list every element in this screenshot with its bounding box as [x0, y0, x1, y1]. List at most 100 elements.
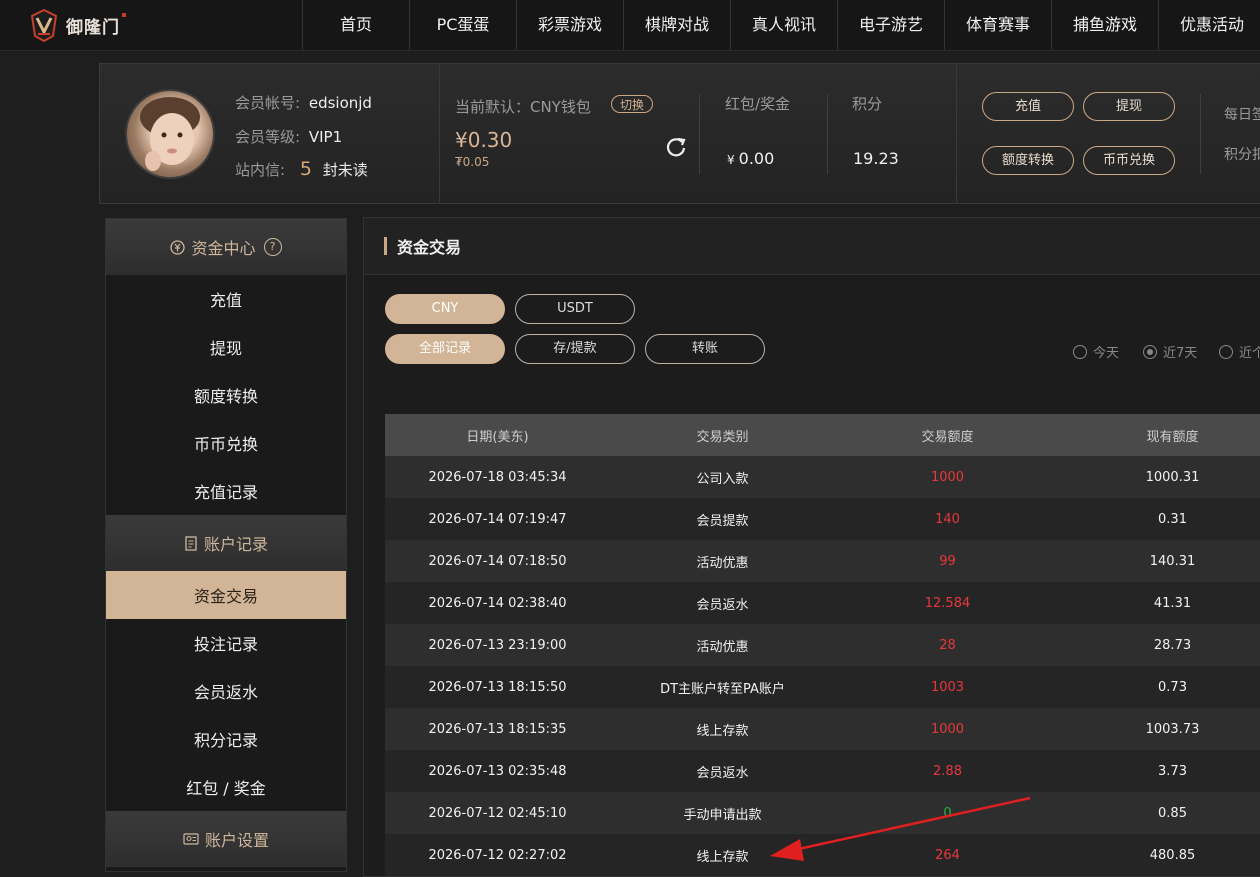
table-row: 2026-07-13 18:15:50 DT主账户转至PA账户 1003 0.73 [385, 666, 1260, 708]
cell-amount: 28 [939, 637, 956, 653]
cell-balance: 3.73 [1158, 763, 1187, 779]
nav-item-lottery[interactable]: 彩票游戏 [516, 0, 623, 50]
main-panel: 资金交易 CNY USDT 全部记录 存/提款 转账 今天 近7天 近个 日期(… [363, 217, 1260, 877]
daily-checkin-label[interactable]: 每日签 [1224, 104, 1260, 124]
cell-type: DT主账户转至PA账户 [660, 681, 785, 697]
tab-deposit-withdraw[interactable]: 存/提款 [515, 334, 635, 364]
tab-all-records[interactable]: 全部记录 [385, 334, 505, 364]
column-header-amount: 交易额度 [921, 429, 974, 445]
cell-balance: 0.73 [1158, 679, 1187, 695]
points-value: 19.23 [853, 149, 899, 168]
cell-balance: 1000.31 [1145, 469, 1200, 485]
nav-item-chess[interactable]: 棋牌对战 [623, 0, 730, 50]
cell-date: 2026-07-14 07:19:47 [428, 511, 567, 527]
nav-item-slots[interactable]: 电子游艺 [837, 0, 944, 50]
coin-icon [170, 239, 186, 255]
cell-amount: 12.584 [924, 595, 971, 611]
cell-balance: 41.31 [1153, 595, 1192, 611]
redpack-value: ¥0.00 [727, 149, 774, 168]
tab-currency-usdt[interactable]: USDT [515, 294, 635, 324]
cell-date: 2026-07-14 02:38:40 [428, 595, 567, 611]
divider [1200, 94, 1201, 174]
sidebar-item-transfer[interactable]: 额度转换 [106, 371, 346, 419]
exchange-button[interactable]: 币币兑换 [1083, 146, 1175, 175]
cell-amount: 1003 [930, 679, 965, 695]
top-nav: 御隆门 首页 PC蛋蛋 彩票游戏 棋牌对战 真人视讯 电子游艺 体育赛事 捕鱼游… [0, 0, 1260, 51]
cell-type: 会员返水 [696, 597, 749, 613]
nav-item-pcdd[interactable]: PC蛋蛋 [409, 0, 516, 50]
logo-text: 御隆门 [66, 13, 126, 38]
site-logo[interactable]: 御隆门 [26, 6, 126, 44]
sidebar-item-withdraw[interactable]: 提现 [106, 323, 346, 371]
level-label: 会员等级: [235, 128, 301, 146]
table-row: 2026-07-14 07:18:50 活动优惠 99 140.31 [385, 540, 1260, 582]
cell-type: 公司入款 [696, 471, 749, 487]
cell-amount: 1000 [930, 469, 965, 485]
sidebar-item-rebate[interactable]: 会员返水 [106, 667, 346, 715]
cell-balance: 0.31 [1158, 511, 1187, 527]
mail-row[interactable]: 站内信: 5 封未读 [235, 158, 368, 180]
sidebar-item-bet-records[interactable]: 投注记录 [106, 619, 346, 667]
range-label: 近个 [1239, 346, 1260, 361]
sidebar-item-deposit-records[interactable]: 充值记录 [106, 467, 346, 515]
deposit-button[interactable]: 充值 [982, 92, 1074, 121]
divider [699, 94, 700, 174]
cell-date: 2026-07-18 03:45:34 [428, 469, 567, 485]
sidebar-item-bonus[interactable]: 红包 / 奖金 [106, 763, 346, 811]
document-icon [184, 535, 198, 551]
sidebar-item-points-records[interactable]: 积分记录 [106, 715, 346, 763]
nav-item-sports[interactable]: 体育赛事 [944, 0, 1051, 50]
mail-suffix: 封未读 [322, 161, 368, 179]
refresh-icon[interactable] [665, 136, 687, 162]
range-option-today[interactable]: 今天 [1073, 342, 1119, 361]
sidebar-item-deposit[interactable]: 充值 [106, 275, 346, 323]
nav-item-live[interactable]: 真人视讯 [730, 0, 837, 50]
logo-emblem-icon [30, 8, 58, 43]
nav-item-promotions[interactable]: 优惠活动 [1158, 0, 1260, 50]
transactions-table: 日期(美东) 交易类别 交易额度 现有额度 2026-07-18 03:45:3… [385, 414, 1260, 876]
switch-wallet-button[interactable]: 切换 [611, 95, 653, 113]
help-icon[interactable]: ? [263, 238, 282, 256]
points-label: 积分 [852, 95, 883, 113]
range-option-7days[interactable]: 近7天 [1143, 342, 1197, 361]
account-row: 会员帐号: edsionjd [235, 92, 372, 113]
cell-amount: 0 [943, 805, 952, 821]
cell-balance: 0.85 [1158, 805, 1187, 821]
points-deduct-label: 积分扣 [1224, 147, 1260, 163]
sidebar-item-fund-transactions[interactable]: 资金交易 [106, 571, 346, 619]
redpack-currency: ¥ [727, 153, 735, 167]
avatar[interactable] [125, 89, 215, 179]
cell-amount: 1000 [930, 721, 965, 737]
cell-type: 手动申请出款 [683, 807, 762, 823]
level-row: 会员等级: VIP1 [235, 126, 342, 147]
panel-header: 资金交易 [364, 218, 1260, 275]
cell-date: 2026-07-13 18:15:35 [428, 721, 567, 737]
table-row: 2026-07-14 07:19:47 会员提款 140 0.31 [385, 498, 1260, 540]
table-row: 2026-07-14 02:38:40 会员返水 12.584 41.31 [385, 582, 1260, 624]
cell-amount: 99 [939, 553, 956, 569]
withdraw-button[interactable]: 提现 [1083, 92, 1175, 121]
sidebar-section-funds: 资金中心 ? [106, 219, 346, 275]
sidebar-section-records: 账户记录 [106, 515, 346, 571]
table-row: 2026-07-12 02:27:02 线上存款 264 480.85 [385, 834, 1260, 876]
tab-currency-cny[interactable]: CNY [385, 294, 505, 324]
cell-balance: 1003.73 [1145, 721, 1200, 737]
table-row: 2026-07-13 18:15:35 线上存款 1000 1003.73 [385, 708, 1260, 750]
title-accent-bar [384, 237, 387, 255]
tab-transfer[interactable]: 转账 [645, 334, 765, 364]
transfer-button[interactable]: 额度转换 [982, 146, 1074, 175]
divider [956, 64, 957, 203]
cell-balance: 480.85 [1149, 847, 1196, 863]
sidebar-item-exchange[interactable]: 币币兑换 [106, 419, 346, 467]
cell-type: 会员返水 [696, 765, 749, 781]
divider [827, 94, 828, 174]
range-option-month[interactable]: 近个 [1219, 342, 1260, 361]
mail-label: 站内信: [235, 161, 286, 179]
nav-item-fishing[interactable]: 捕鱼游戏 [1051, 0, 1158, 50]
table-row: 2026-07-18 03:45:34 公司入款 1000 1000.31 [385, 456, 1260, 498]
member-info-bar: 会员帐号: edsionjd 会员等级: VIP1 站内信: 5 封未读 当前默… [99, 63, 1260, 204]
nav-item-home[interactable]: 首页 [302, 0, 409, 50]
cell-balance: 140.31 [1149, 553, 1196, 569]
sidebar-section-settings: 账户设置 [106, 811, 346, 867]
table-body: 2026-07-18 03:45:34 公司入款 1000 1000.31 2026-0… [385, 456, 1260, 876]
